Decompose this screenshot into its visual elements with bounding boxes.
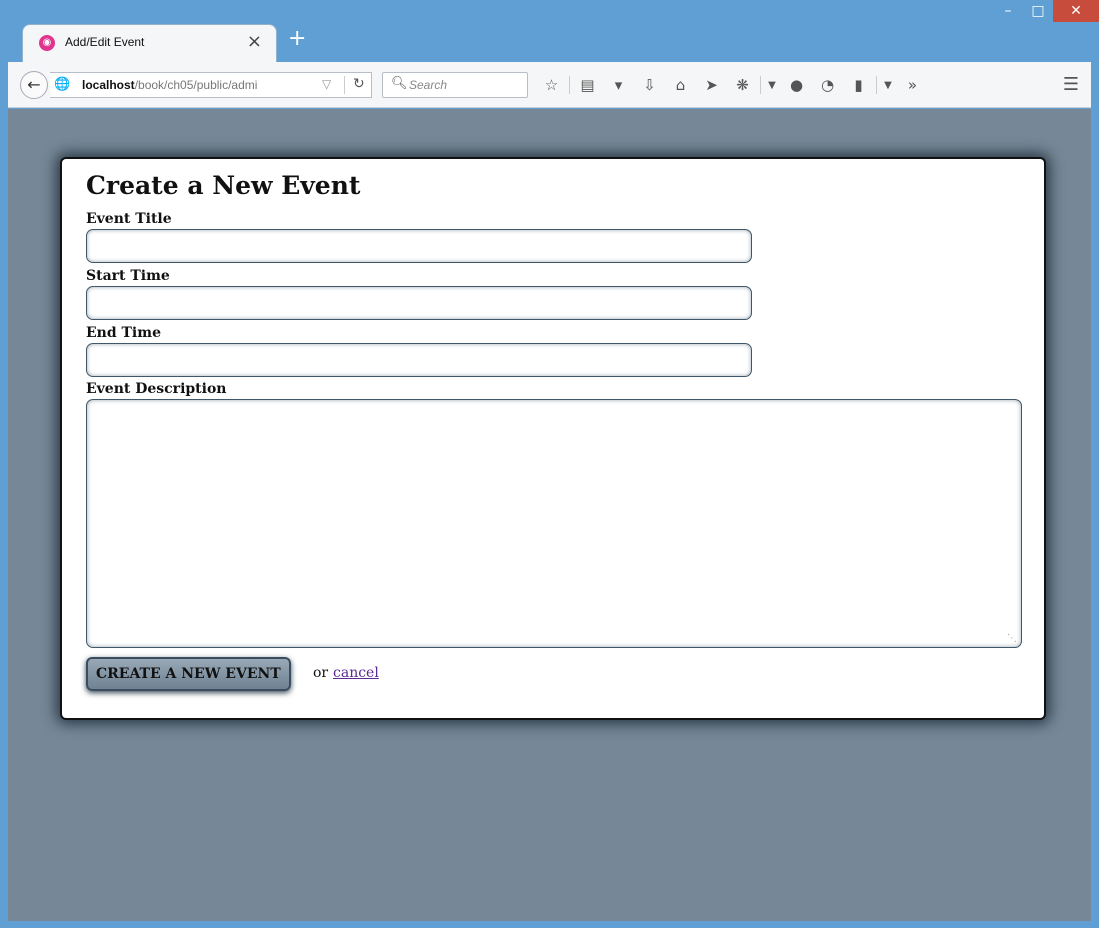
tab-favicon-icon: ◉ (39, 35, 55, 51)
hamburger-menu-icon[interactable]: ☰ (1063, 74, 1079, 95)
bookmark-star-icon[interactable]: ☆ (536, 76, 567, 94)
chat-icon[interactable]: ● (781, 76, 812, 94)
title-bar: ◉ Add/Edit Event × + – □ ✕ (0, 0, 1099, 62)
event-description-label: Event Description (86, 381, 227, 397)
toolbar-separator (876, 76, 877, 94)
search-icon: 🔍︎ (391, 76, 408, 91)
close-icon[interactable]: × (247, 32, 262, 52)
tab-title: Add/Edit Event (65, 35, 145, 49)
close-window-button[interactable]: ✕ (1053, 0, 1099, 22)
page-title: Create a New Event (86, 171, 361, 200)
history-dropdown-icon[interactable]: ▽ (322, 77, 331, 91)
plus-icon[interactable]: + (288, 28, 306, 50)
reload-icon[interactable]: ↻ (353, 76, 365, 92)
maximize-button[interactable]: □ (1023, 0, 1053, 22)
event-description-textarea[interactable]: ⋱ (86, 399, 1022, 648)
extension-icon[interactable]: ❋ (727, 76, 758, 94)
search-bar[interactable]: 🔍︎ Search (382, 72, 528, 98)
chevron-down-icon[interactable]: ▼ (763, 80, 781, 91)
navigation-toolbar: ← 🌐 localhost/book/ch05/public/admi ▽ ↻ … (8, 62, 1091, 108)
url-path: /book/ch05/public/admi (134, 78, 258, 92)
toolbar-separator (569, 76, 570, 94)
end-time-input[interactable] (86, 343, 752, 377)
url-text[interactable]: localhost/book/ch05/public/admi (82, 78, 257, 92)
start-time-input[interactable] (86, 286, 752, 320)
cancel-link[interactable]: cancel (333, 665, 379, 681)
toolbar-separator (760, 76, 761, 94)
globe-icon: 🌐 (54, 77, 71, 92)
bookmarks-list-icon[interactable]: ▤ (572, 76, 603, 94)
url-host: localhost (82, 78, 135, 92)
browser-window: ◉ Add/Edit Event × + – □ ✕ ← 🌐 localhost… (0, 0, 1099, 928)
addon-icon[interactable]: ◔ (812, 76, 843, 94)
end-time-label: End Time (86, 325, 161, 341)
url-separator (344, 76, 345, 94)
download-icon[interactable]: ⇩ (634, 76, 665, 94)
browser-tab[interactable]: ◉ Add/Edit Event × (22, 24, 277, 62)
start-time-label: Start Time (86, 268, 170, 284)
search-placeholder: Search (409, 78, 448, 92)
clipboard-icon[interactable]: ▮ (843, 76, 874, 94)
create-event-button[interactable]: Create a New Event (86, 657, 291, 691)
page-content: Create a New Event Event Title Start Tim… (8, 109, 1091, 921)
home-icon[interactable]: ⌂ (665, 76, 696, 94)
overflow-chevron-icon[interactable]: » (897, 76, 928, 94)
event-form: Create a New Event Event Title Start Tim… (60, 157, 1046, 720)
window-controls: – □ ✕ (993, 0, 1099, 28)
chevron-down-icon[interactable]: ▼ (879, 80, 897, 91)
or-text: or (313, 665, 329, 681)
pocket-icon[interactable]: ▾ (603, 76, 634, 94)
resize-grip-icon[interactable]: ⋱ (1007, 634, 1017, 644)
send-icon[interactable]: ➤ (696, 76, 727, 94)
url-bar[interactable]: 🌐 localhost/book/ch05/public/admi ▽ ↻ (50, 72, 372, 98)
back-arrow-icon[interactable]: ← (20, 71, 48, 99)
minimize-button[interactable]: – (993, 0, 1023, 22)
event-title-input[interactable] (86, 229, 752, 263)
event-title-label: Event Title (86, 211, 172, 227)
toolbar-icons: ☆ ▤ ▾ ⇩ ⌂ ➤ ❋ ▼ ● ◔ ▮ ▼ » (536, 72, 928, 98)
